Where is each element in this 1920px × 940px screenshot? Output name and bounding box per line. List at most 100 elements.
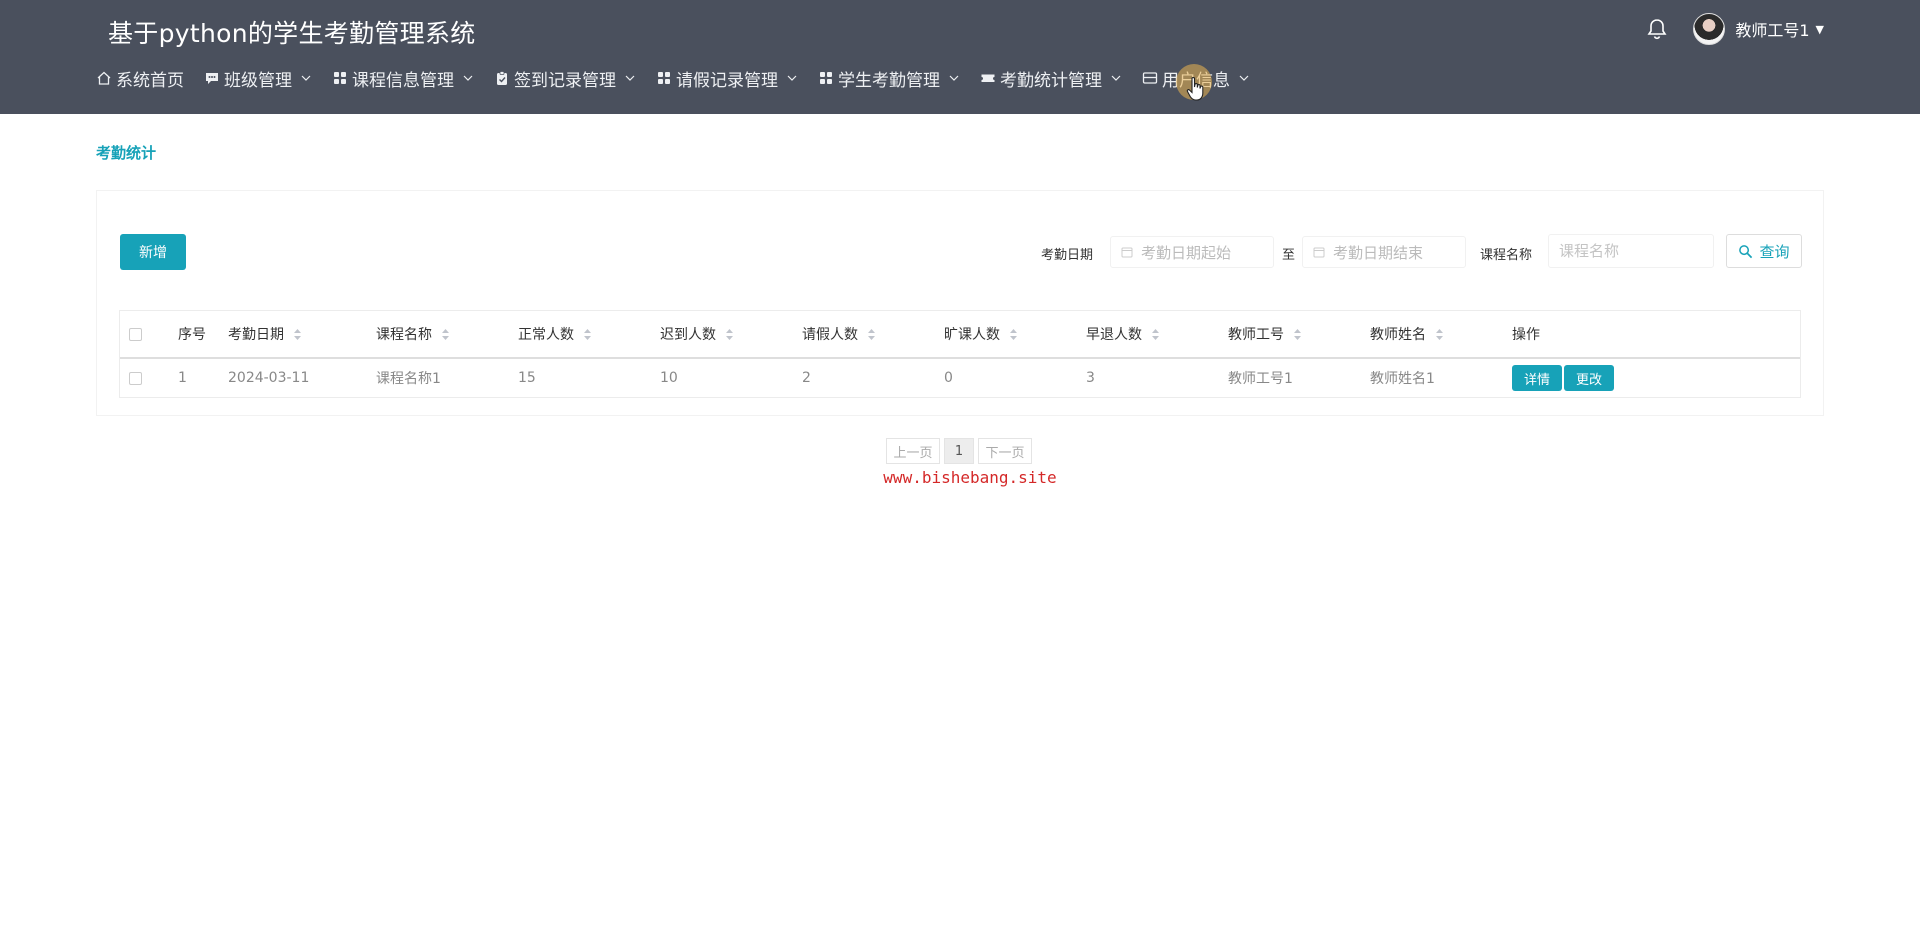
- sort-icon: [868, 328, 875, 340]
- header-label: 旷课人数: [944, 327, 1000, 343]
- clipboard-check-icon: [494, 70, 510, 86]
- nav-item-label: 系统首页: [116, 70, 184, 91]
- statistics-table: 序号 考勤日期 课程名称 正常人数 迟到人数 请假人数 旷课人数 早退人数 教师…: [119, 310, 1801, 398]
- hand-cursor-icon: [1186, 76, 1204, 101]
- search-button[interactable]: 查询: [1726, 234, 1802, 268]
- select-all-cell: [129, 311, 142, 357]
- sort-icon: [442, 328, 449, 340]
- user-name[interactable]: 教师工号1: [1735, 17, 1809, 41]
- table-row: 1 2024-03-11 课程名称1 15 10 2 0 3 教师工号1 教师姓…: [120, 359, 1800, 397]
- bell-icon[interactable]: [1645, 17, 1669, 41]
- detail-button[interactable]: 详情: [1512, 365, 1563, 391]
- header-label: 教师工号: [1228, 327, 1284, 343]
- watermark-text: www.bishebang.site: [883, 468, 1057, 487]
- course-name-input[interactable]: [1548, 234, 1714, 268]
- search-label: 查询: [1759, 243, 1790, 261]
- cell-course: 课程名称1: [376, 371, 441, 387]
- header-label: 教师姓名: [1370, 327, 1426, 343]
- cell-date: 2024-03-11: [228, 370, 310, 386]
- chevron-down-icon: [625, 75, 635, 81]
- next-page-button[interactable]: 下一页: [978, 438, 1032, 464]
- page-number-button[interactable]: 1: [944, 438, 974, 464]
- sort-icon: [726, 328, 733, 340]
- home-icon: [96, 70, 112, 86]
- header-label: 操作: [1512, 327, 1540, 343]
- breadcrumb: 考勤统计: [96, 144, 157, 162]
- cell-actions: 详情 更改: [1512, 359, 1616, 397]
- header-leave[interactable]: 请假人数: [802, 311, 876, 357]
- nav-item-home[interactable]: 系统首页: [96, 62, 184, 94]
- main-nav: 系统首页 班级管理 课程信息管理 签到记录管理 请假记录管理 学生考勤管理 考勤…: [96, 62, 1270, 94]
- header-teacher-name[interactable]: 教师姓名: [1370, 311, 1444, 357]
- sort-icon: [1436, 328, 1443, 340]
- sort-icon: [1010, 328, 1017, 340]
- ticket-icon: [980, 70, 996, 86]
- sort-icon: [1294, 328, 1301, 340]
- cell-teacher-id: 教师工号1: [1228, 371, 1293, 387]
- date-start-placeholder: 考勤日期起始: [1141, 243, 1232, 262]
- header-label: 课程名称: [376, 327, 432, 343]
- nav-item-statistics[interactable]: 考勤统计管理: [980, 62, 1122, 94]
- header-date[interactable]: 考勤日期: [228, 311, 302, 357]
- nav-item-label: 考勤统计管理: [1000, 70, 1102, 91]
- prev-page-button[interactable]: 上一页: [886, 438, 940, 464]
- nav-item-label: 签到记录管理: [514, 70, 616, 91]
- date-filter-label: 考勤日期: [1041, 248, 1094, 263]
- edit-button[interactable]: 更改: [1564, 365, 1615, 391]
- date-start-input[interactable]: 考勤日期起始: [1110, 236, 1274, 268]
- top-header: 基于python的学生考勤管理系统 教师工号1 ▼ 系统首页 班级管理 课程信息…: [0, 0, 1920, 114]
- sort-icon: [1152, 328, 1159, 340]
- cell-late: 10: [660, 370, 678, 386]
- avatar[interactable]: [1693, 13, 1726, 45]
- header-label: 序号: [178, 327, 206, 343]
- chevron-down-icon: [301, 75, 311, 81]
- nav-item-label: 课程信息管理: [352, 70, 454, 91]
- calendar-icon: [1313, 247, 1325, 258]
- cell-normal: 15: [518, 370, 536, 386]
- header-label: 迟到人数: [660, 327, 716, 343]
- header-absent[interactable]: 旷课人数: [944, 311, 1018, 357]
- row-select-cell: [129, 359, 142, 397]
- nav-item-label: 学生考勤管理: [838, 70, 940, 91]
- header-late[interactable]: 迟到人数: [660, 311, 734, 357]
- nav-item-leave[interactable]: 请假记录管理: [656, 62, 798, 94]
- chevron-down-icon: [949, 75, 959, 81]
- header-actions: 操作: [1512, 311, 1540, 357]
- add-button[interactable]: 新增: [120, 234, 186, 270]
- chevron-down-icon: [1111, 75, 1121, 81]
- cell-index: 1: [178, 370, 187, 386]
- caret-down-icon[interactable]: ▼: [1816, 23, 1824, 36]
- id-card-icon: [1142, 70, 1158, 86]
- chevron-down-icon: [787, 75, 797, 81]
- nav-item-signin[interactable]: 签到记录管理: [494, 62, 636, 94]
- header-label: 考勤日期: [228, 327, 284, 343]
- header-label: 早退人数: [1086, 327, 1142, 343]
- cell-early: 3: [1086, 370, 1095, 386]
- search-icon: [1739, 244, 1753, 258]
- row-checkbox[interactable]: [129, 371, 142, 385]
- cell-absent: 0: [944, 370, 953, 386]
- header-label: 正常人数: [518, 327, 574, 343]
- chevron-down-icon: [1239, 75, 1249, 81]
- app-title: 基于python的学生考勤管理系统: [108, 19, 476, 48]
- grid-icon: [656, 70, 672, 86]
- nav-item-label: 班级管理: [224, 70, 292, 91]
- select-all-checkbox[interactable]: [129, 327, 142, 341]
- user-area: 教师工号1 ▼: [1645, 12, 1824, 46]
- grid-icon: [818, 70, 834, 86]
- header-course[interactable]: 课程名称: [376, 311, 450, 357]
- date-end-input[interactable]: 考勤日期结束: [1302, 236, 1466, 268]
- date-end-placeholder: 考勤日期结束: [1333, 243, 1424, 262]
- cell-leave: 2: [802, 370, 811, 386]
- header-normal[interactable]: 正常人数: [518, 311, 592, 357]
- header-early[interactable]: 早退人数: [1086, 311, 1160, 357]
- chat-icon: [204, 70, 220, 86]
- nav-item-class[interactable]: 班级管理: [204, 62, 312, 94]
- header-teacher-id[interactable]: 教师工号: [1228, 311, 1302, 357]
- sort-icon: [584, 328, 591, 340]
- pagination: 上一页 1 下一页: [886, 438, 1036, 464]
- nav-item-attendance[interactable]: 学生考勤管理: [818, 62, 960, 94]
- header-index: 序号: [178, 311, 206, 357]
- nav-item-course[interactable]: 课程信息管理: [332, 62, 474, 94]
- cell-teacher-name: 教师姓名1: [1370, 371, 1435, 387]
